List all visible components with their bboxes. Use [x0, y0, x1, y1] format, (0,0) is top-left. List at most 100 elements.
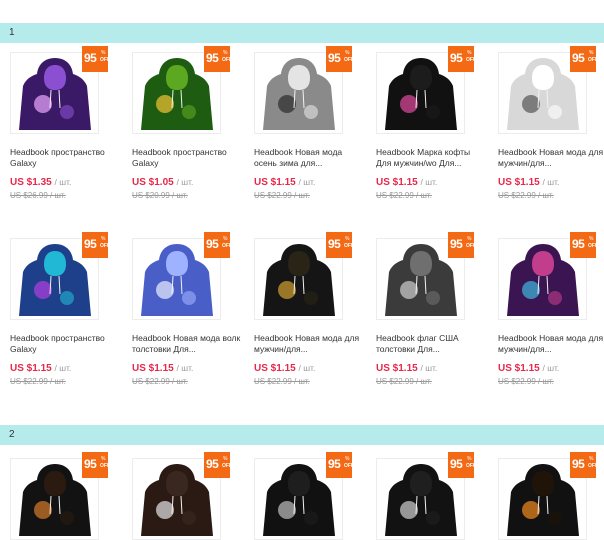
discount-percent: 95	[328, 237, 341, 251]
discount-percent: 95	[206, 51, 219, 65]
discount-percent-sign: %	[589, 456, 594, 462]
discount-badge: 95 % OFF	[570, 232, 598, 258]
discount-off-label: OFF	[588, 57, 598, 63]
current-price: US $1.15	[376, 177, 418, 188]
discount-off-label: OFF	[222, 243, 232, 249]
discount-percent: 95	[206, 237, 219, 251]
current-price: US $1.15	[10, 363, 52, 374]
discount-percent: 95	[328, 457, 341, 471]
original-price: US $20.99 / шт.	[132, 191, 188, 200]
discount-percent: 95	[450, 237, 463, 251]
section-header-1: 1	[0, 23, 604, 43]
discount-percent: 95	[450, 457, 463, 471]
discount-percent-sign: %	[589, 50, 594, 56]
discount-percent-sign: %	[467, 50, 472, 56]
current-price: US $1.15	[498, 363, 540, 374]
price-unit: / шт.	[420, 177, 438, 187]
price-unit: / шт.	[542, 177, 560, 187]
product-price: US $1.15 / шт.	[376, 363, 437, 374]
product-price: US $1.15 / шт.	[376, 177, 437, 188]
discount-percent: 95	[450, 51, 463, 65]
discount-percent-sign: %	[101, 236, 106, 242]
product-title[interactable]: Headbook Новая мода волк толстовки Для..…	[132, 333, 242, 355]
discount-badge: 95 % OFF	[204, 232, 232, 258]
discount-badge: 95 % OFF	[326, 452, 354, 478]
price-unit: / шт.	[542, 363, 560, 373]
price-unit: / шт.	[54, 177, 72, 187]
price-unit: / шт.	[298, 177, 316, 187]
discount-badge: 95 % OFF	[82, 232, 110, 258]
price-unit: / шт.	[420, 363, 438, 373]
discount-badge: 95 % OFF	[570, 452, 598, 478]
product-title[interactable]: Headbook Новая мода для мужчин/для...	[498, 333, 604, 355]
product-title[interactable]: Headbook Новая мода осень зима для...	[254, 147, 364, 169]
discount-off-label: OFF	[588, 463, 598, 469]
discount-percent-sign: %	[345, 50, 350, 56]
product-price: US $1.15 / шт.	[254, 177, 315, 188]
discount-off-label: OFF	[344, 243, 354, 249]
discount-badge: 95 % OFF	[204, 46, 232, 72]
product-price: US $1.15 / шт.	[498, 177, 559, 188]
original-price: US $22.99 / шт.	[254, 377, 310, 386]
discount-badge: 95 % OFF	[448, 452, 476, 478]
discount-percent-sign: %	[467, 456, 472, 462]
discount-percent-sign: %	[223, 456, 228, 462]
original-price: US $26.99 / шт.	[10, 191, 66, 200]
product-title[interactable]: Headbook флаг США толстовки Для...	[376, 333, 486, 355]
current-price: US $1.05	[132, 177, 174, 188]
section-header-2: 2	[0, 425, 604, 445]
original-price: US $22.99 / шт.	[132, 377, 188, 386]
discount-percent-sign: %	[345, 456, 350, 462]
discount-badge: 95 % OFF	[82, 452, 110, 478]
product-price: US $1.15 / шт.	[132, 363, 193, 374]
discount-percent-sign: %	[223, 236, 228, 242]
discount-badge: 95 % OFF	[326, 232, 354, 258]
discount-percent-sign: %	[589, 236, 594, 242]
original-price: US $22.99 / шт.	[498, 191, 554, 200]
discount-off-label: OFF	[344, 463, 354, 469]
section-label: 2	[9, 429, 15, 440]
price-unit: / шт.	[54, 363, 72, 373]
product-price: US $1.05 / шт.	[132, 177, 193, 188]
discount-percent-sign: %	[101, 456, 106, 462]
product-title[interactable]: Headbook пространство Galaxy	[10, 333, 120, 355]
discount-off-label: OFF	[466, 243, 476, 249]
discount-off-label: OFF	[344, 57, 354, 63]
discount-percent-sign: %	[345, 236, 350, 242]
product-title[interactable]: Headbook пространство Galaxy	[10, 147, 120, 169]
discount-off-label: OFF	[588, 243, 598, 249]
discount-badge: 95 % OFF	[326, 46, 354, 72]
discount-off-label: OFF	[222, 57, 232, 63]
product-title[interactable]: Headbook Новая мода для мужчин/для...	[498, 147, 604, 169]
discount-percent: 95	[328, 51, 341, 65]
discount-percent: 95	[84, 457, 97, 471]
discount-badge: 95 % OFF	[448, 46, 476, 72]
discount-off-label: OFF	[100, 57, 110, 63]
product-price: US $1.15 / шт.	[10, 363, 71, 374]
price-unit: / шт.	[298, 363, 316, 373]
discount-badge: 95 % OFF	[82, 46, 110, 72]
discount-percent: 95	[84, 51, 97, 65]
discount-percent-sign: %	[223, 50, 228, 56]
discount-off-label: OFF	[466, 463, 476, 469]
current-price: US $1.15	[132, 363, 174, 374]
original-price: US $22.99 / шт.	[376, 191, 432, 200]
current-price: US $1.15	[254, 363, 296, 374]
discount-off-label: OFF	[466, 57, 476, 63]
current-price: US $1.15	[254, 177, 296, 188]
discount-badge: 95 % OFF	[448, 232, 476, 258]
current-price: US $1.15	[498, 177, 540, 188]
discount-percent-sign: %	[467, 236, 472, 242]
current-price: US $1.35	[10, 177, 52, 188]
section-label: 1	[9, 27, 15, 38]
product-title[interactable]: Headbook Марка кофты Для мужчин/wo Для..…	[376, 147, 486, 169]
original-price: US $22.99 / шт.	[254, 191, 310, 200]
current-price: US $1.15	[376, 363, 418, 374]
price-unit: / шт.	[176, 363, 194, 373]
product-title[interactable]: Headbook Новая мода для мужчин/для...	[254, 333, 364, 355]
product-price: US $1.15 / шт.	[254, 363, 315, 374]
discount-off-label: OFF	[222, 463, 232, 469]
original-price: US $22.99 / шт.	[498, 377, 554, 386]
original-price: US $22.99 / шт.	[376, 377, 432, 386]
product-title[interactable]: Headbook пространство Galaxy	[132, 147, 242, 169]
